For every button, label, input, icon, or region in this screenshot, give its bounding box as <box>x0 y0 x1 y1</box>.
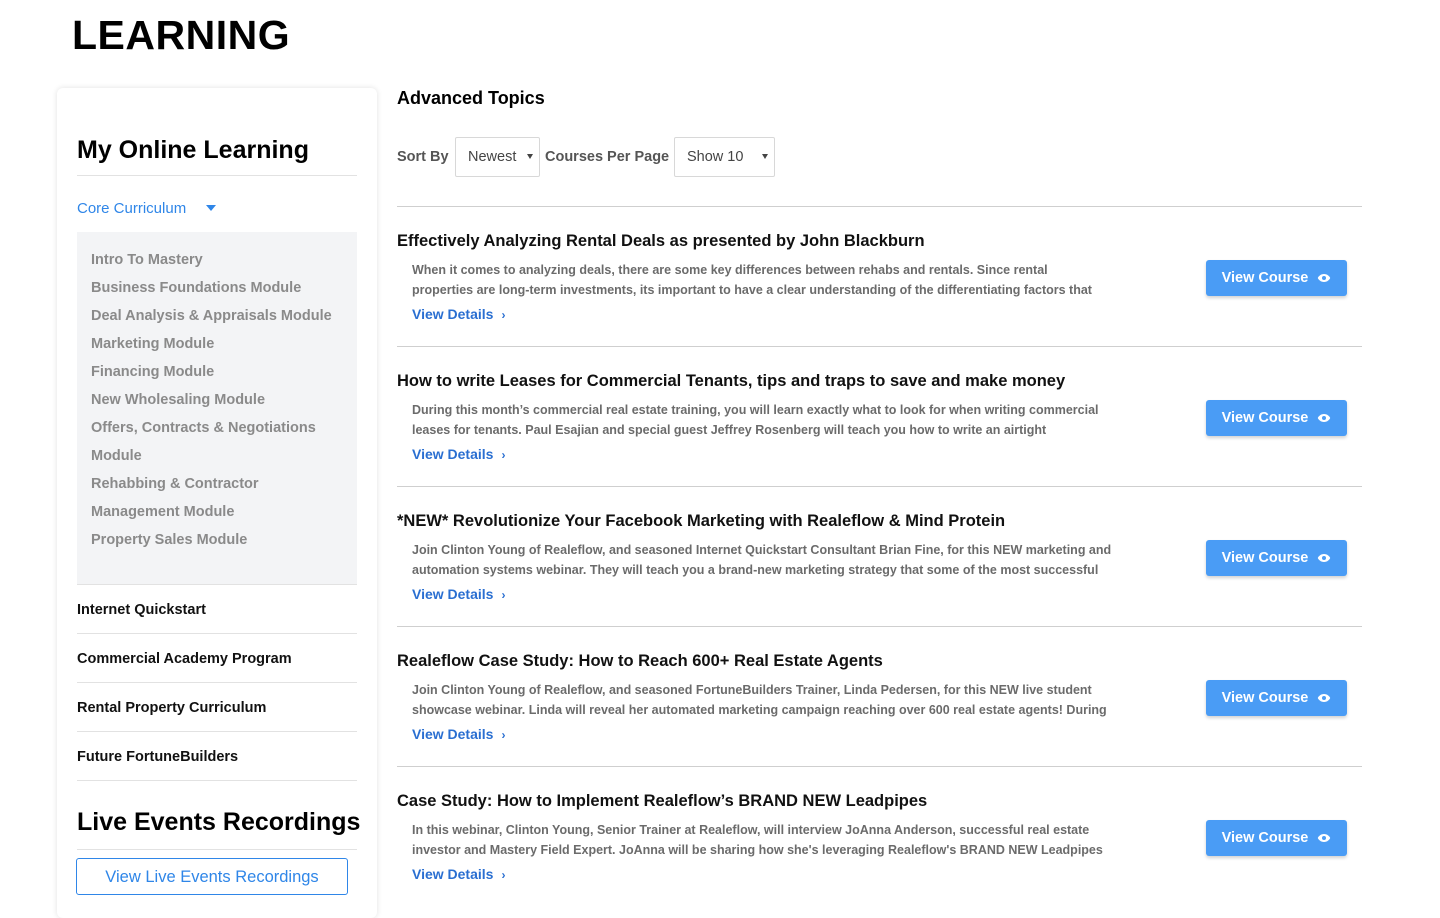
eye-icon <box>1318 554 1331 562</box>
course-title: *NEW* Revolutionize Your Facebook Market… <box>397 512 1006 530</box>
view-details-label: View Details <box>412 446 494 462</box>
eye-icon <box>1318 694 1331 702</box>
view-course-button[interactable]: View Course <box>1206 260 1347 296</box>
chevron-right-icon: › <box>501 728 506 742</box>
view-course-button[interactable]: View Course <box>1206 540 1347 576</box>
sidebar-item-property-sales[interactable]: Property Sales Module <box>91 526 347 554</box>
course-card: Effectively Analyzing Rental Deals as pr… <box>397 206 1362 346</box>
view-details-label: View Details <box>412 726 494 742</box>
view-details-label: View Details <box>412 586 494 602</box>
course-card: Case Study: How to Implement Realeflow’s… <box>397 766 1362 906</box>
sidebar-item-business-foundations[interactable]: Business Foundations Module <box>91 274 347 302</box>
per-page-label: Courses Per Page <box>545 149 670 165</box>
course-description: During this month’s commercial real esta… <box>412 403 1099 437</box>
select-arrow-icon <box>527 154 533 159</box>
sidebar-item-internet-quickstart[interactable]: Internet Quickstart <box>77 602 357 618</box>
page-title: LEARNING <box>72 12 291 58</box>
view-details-link[interactable]: View Details › <box>412 446 505 462</box>
sidebar-item-new-wholesaling[interactable]: New Wholesaling Module <box>91 386 347 414</box>
sidebar: My Online Learning Core Curriculum Intro… <box>57 88 377 918</box>
per-page-select[interactable]: Show 10 <box>674 137 775 177</box>
select-arrow-icon <box>762 154 768 159</box>
view-details-link[interactable]: View Details › <box>412 586 505 602</box>
view-course-button[interactable]: View Course <box>1206 820 1347 856</box>
divider <box>77 849 357 850</box>
course-title: Realeflow Case Study: How to Reach 600+ … <box>397 652 883 670</box>
chevron-right-icon: › <box>501 308 506 322</box>
core-curriculum-toggle[interactable]: Core Curriculum <box>77 200 217 217</box>
view-live-events-button[interactable]: View Live Events Recordings <box>76 858 348 895</box>
sidebar-item-future-fortunebuilders[interactable]: Future FortuneBuilders <box>77 749 357 765</box>
sidebar-heading: My Online Learning <box>77 136 309 164</box>
eye-icon <box>1318 274 1331 282</box>
divider <box>77 780 357 781</box>
per-page-select-value: Show 10 <box>687 149 744 165</box>
course-title: How to write Leases for Commercial Tenan… <box>397 372 1066 390</box>
live-events-heading: Live Events Recordings <box>77 808 361 836</box>
core-curriculum-label: Core Curriculum <box>77 200 187 217</box>
view-course-label: View Course <box>1221 270 1309 286</box>
course-card: *NEW* Revolutionize Your Facebook Market… <box>397 486 1362 626</box>
sidebar-item-deal-analysis[interactable]: Deal Analysis & Appraisals Module <box>91 302 347 330</box>
course-description: In this webinar, Clinton Young, Senior T… <box>412 823 1103 857</box>
eye-icon <box>1318 834 1331 842</box>
view-details-label: View Details <box>412 306 494 322</box>
view-details-link[interactable]: View Details › <box>412 726 505 742</box>
divider <box>77 633 357 634</box>
sidebar-item-financing[interactable]: Financing Module <box>91 358 347 386</box>
sidebar-item-rehabbing[interactable]: Rehabbing & Contractor Management Module <box>91 470 347 526</box>
section-title: Advanced Topics <box>397 88 545 108</box>
view-course-label: View Course <box>1221 550 1309 566</box>
view-course-label: View Course <box>1221 690 1309 706</box>
sidebar-item-rental-property[interactable]: Rental Property Curriculum <box>77 700 357 716</box>
view-course-label: View Course <box>1221 830 1309 846</box>
sort-select[interactable]: Newest <box>455 137 540 177</box>
core-curriculum-list: Intro To Mastery Business Foundations Mo… <box>77 232 357 584</box>
sort-select-value: Newest <box>468 149 517 165</box>
chevron-right-icon: › <box>501 588 506 602</box>
course-card: How to write Leases for Commercial Tenan… <box>397 346 1362 486</box>
course-description: Join Clinton Young of Realeflow, and sea… <box>412 683 1107 717</box>
sidebar-item-intro-to-mastery[interactable]: Intro To Mastery <box>91 246 347 274</box>
sort-label: Sort By <box>397 149 449 165</box>
course-title: Effectively Analyzing Rental Deals as pr… <box>397 232 925 250</box>
divider <box>77 175 357 176</box>
view-details-label: View Details <box>412 866 494 882</box>
view-course-label: View Course <box>1221 410 1309 426</box>
chevron-right-icon: › <box>501 868 506 882</box>
view-course-button[interactable]: View Course <box>1206 400 1347 436</box>
view-details-link[interactable]: View Details › <box>412 866 505 882</box>
view-course-button[interactable]: View Course <box>1206 680 1347 716</box>
course-card: Realeflow Case Study: How to Reach 600+ … <box>397 626 1362 766</box>
course-description: When it comes to analyzing deals, there … <box>412 263 1092 297</box>
eye-icon <box>1318 414 1331 422</box>
course-description: Join Clinton Young of Realeflow, and sea… <box>412 543 1112 577</box>
sidebar-item-marketing[interactable]: Marketing Module <box>91 330 347 358</box>
divider <box>77 682 357 683</box>
course-title: Case Study: How to Implement Realeflow’s… <box>397 792 928 810</box>
sidebar-item-offers-contracts[interactable]: Offers, Contracts & Negotiations Module <box>91 414 347 470</box>
chevron-right-icon: › <box>501 448 506 462</box>
view-details-link[interactable]: View Details › <box>412 306 505 322</box>
caret-down-icon <box>206 205 217 211</box>
divider <box>77 731 357 732</box>
divider <box>77 584 357 585</box>
sidebar-item-commercial-academy[interactable]: Commercial Academy Program <box>77 651 357 667</box>
